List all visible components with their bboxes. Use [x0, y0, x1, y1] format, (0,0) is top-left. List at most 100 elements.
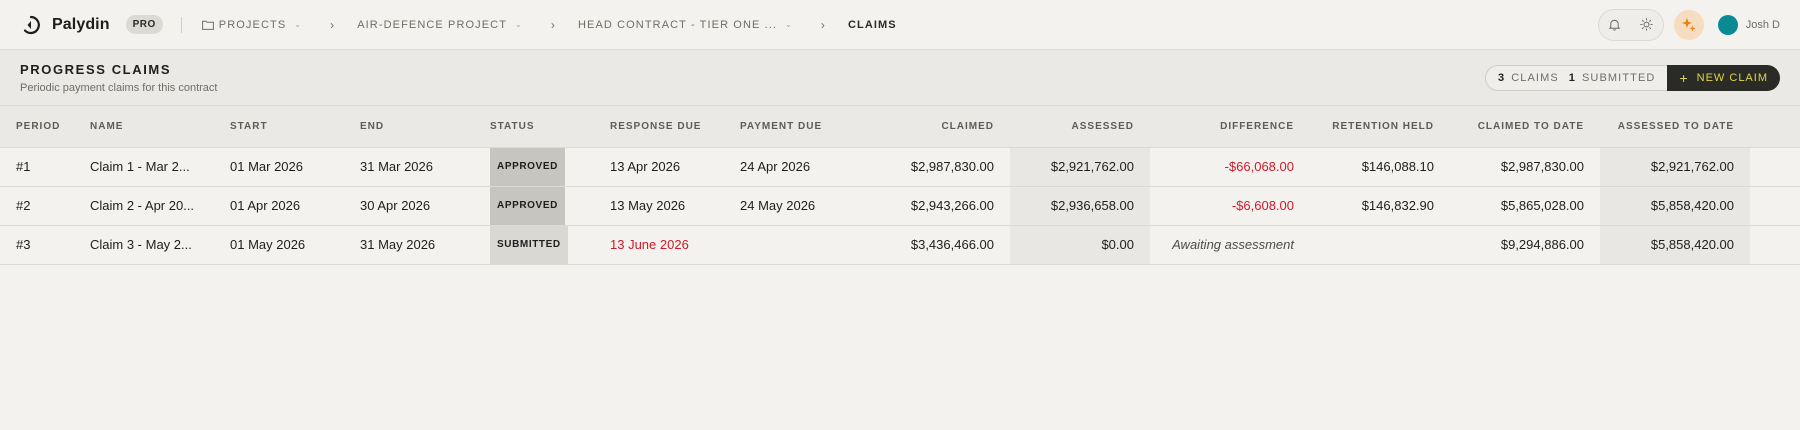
cell-response-due: 13 June 2026: [610, 225, 740, 265]
chevron-right-icon: ›: [820, 17, 826, 32]
notifications-button[interactable]: [1599, 10, 1631, 40]
table-row[interactable]: #2 Claim 2 - Apr 20... 01 Apr 2026 30 Ap…: [0, 186, 1800, 226]
page-header: PROGRESS CLAIMS Periodic payment claims …: [0, 50, 1800, 106]
title-block: PROGRESS CLAIMS Periodic payment claims …: [20, 62, 217, 94]
bell-icon: [1608, 19, 1621, 31]
cell-period: #1: [0, 147, 90, 187]
col-header-retention-held[interactable]: RETENTION HELD: [1310, 106, 1450, 148]
page-title: PROGRESS CLAIMS: [20, 61, 172, 77]
cell-claimed: $2,987,830.00: [870, 147, 1010, 187]
chevron-down-icon: ⌄: [785, 20, 793, 29]
chevron-right-icon: ›: [550, 17, 556, 32]
col-header-name[interactable]: NAME: [90, 106, 230, 148]
cell-start: 01 Apr 2026: [230, 186, 360, 226]
col-header-period[interactable]: PERIOD: [0, 106, 90, 148]
status-badge: APPROVED: [490, 147, 565, 186]
chevron-down-icon: ⌄: [294, 20, 303, 29]
col-header-payment-due[interactable]: PAYMENT DUE: [740, 106, 870, 148]
divider: [180, 16, 182, 33]
cell-response-due: 13 Apr 2026: [610, 147, 740, 187]
top-bar: Palydin PRO PROJECTS ⌄ › AIR-DEFENCE PRO…: [0, 0, 1800, 50]
theme-toggle-button[interactable]: [1631, 10, 1663, 40]
cell-status: APPROVED: [490, 186, 610, 226]
cell-name[interactable]: Claim 1 - Mar 2...: [90, 147, 230, 187]
breadcrumb-projects[interactable]: PROJECTS ⌄: [201, 18, 303, 31]
cell-claimed: $3,436,466.00: [870, 225, 1010, 265]
col-header-assessed[interactable]: ASSESSED: [1010, 106, 1150, 148]
cell-difference: Awaiting assessment: [1150, 225, 1310, 265]
logo[interactable]: Palydin PRO: [20, 14, 163, 36]
cell-assessed-to-date: $5,858,420.00: [1600, 225, 1750, 265]
new-claim-label: NEW CLAIM: [1696, 71, 1768, 84]
cell-period: #2: [0, 186, 90, 226]
chevron-right-icon: ›: [330, 17, 336, 32]
cell-status: SUBMITTED: [490, 225, 610, 265]
claims-stats: 3 CLAIMS 1 SUBMITTED: [1485, 64, 1668, 91]
cell-name[interactable]: Claim 3 - May 2...: [90, 225, 230, 265]
col-header-response-due[interactable]: RESPONSE DUE: [610, 106, 740, 148]
cell-retention: $146,832.90: [1310, 186, 1450, 226]
breadcrumb-project[interactable]: AIR-DEFENCE PROJECT ⌄: [357, 19, 523, 31]
breadcrumb-claims: CLAIMS: [848, 19, 897, 31]
table-row[interactable]: #3 Claim 3 - May 2... 01 May 2026 31 May…: [0, 225, 1800, 265]
cell-assessed-to-date: $2,921,762.00: [1600, 147, 1750, 187]
breadcrumb-label: HEAD CONTRACT - TIER ONE ...: [577, 18, 778, 31]
top-right-controls: Josh D: [1597, 8, 1780, 41]
chevron-down-icon: ⌄: [515, 20, 523, 29]
col-header-start[interactable]: START: [230, 106, 360, 148]
sparkle-icon: [1681, 17, 1696, 31]
cell-end: 31 Mar 2026: [360, 147, 490, 187]
cell-difference: -$6,608.00: [1150, 186, 1310, 226]
claims-count: 3: [1498, 71, 1506, 84]
breadcrumb-label: AIR-DEFENCE PROJECT: [357, 18, 508, 31]
palydin-logo-icon: [23, 15, 40, 34]
cell-start: 01 Mar 2026: [230, 147, 360, 187]
cell-assessed-to-date: $5,858,420.00: [1600, 186, 1750, 226]
cell-claimed-to-date: $5,865,028.00: [1450, 186, 1600, 226]
cell-claimed-to-date: $9,294,886.00: [1450, 225, 1600, 265]
cell-payment-due: 24 May 2026: [740, 186, 870, 226]
cell-spacer: [1750, 147, 1800, 187]
user-menu[interactable]: Josh D: [1717, 14, 1780, 35]
cell-difference: -$66,068.00: [1150, 147, 1310, 187]
col-header-status[interactable]: STATUS: [490, 106, 610, 148]
sun-icon: [1640, 18, 1654, 31]
cell-assessed: $2,921,762.00: [1010, 147, 1150, 187]
cell-retention: [1310, 225, 1450, 265]
claims-table: PERIOD NAME START END STATUS RESPONSE DU…: [0, 106, 1800, 265]
brand-name: Palydin: [52, 15, 110, 33]
submitted-count: 1: [1568, 71, 1576, 84]
icon-group: [1597, 8, 1664, 41]
cell-response-due: 13 May 2026: [610, 186, 740, 226]
cell-retention: $146,088.10: [1310, 147, 1450, 187]
breadcrumb: PROJECTS ⌄ › AIR-DEFENCE PROJECT ⌄ › HEA…: [201, 17, 897, 32]
table-header-row: PERIOD NAME START END STATUS RESPONSE DU…: [0, 106, 1800, 148]
col-header-end[interactable]: END: [360, 106, 490, 148]
cell-spacer: [1750, 225, 1800, 265]
folder-icon: [201, 20, 214, 30]
breadcrumb-contract[interactable]: HEAD CONTRACT - TIER ONE ... ⌄: [578, 19, 793, 31]
cell-status: APPROVED: [490, 147, 610, 187]
user-name: Josh D: [1745, 18, 1780, 31]
tier-badge: PRO: [125, 15, 163, 34]
cell-claimed: $2,943,266.00: [870, 186, 1010, 226]
col-header-claimed[interactable]: CLAIMED: [870, 106, 1010, 148]
page-subtitle: Periodic payment claims for this contrac…: [20, 81, 218, 94]
cell-end: 30 Apr 2026: [360, 186, 490, 226]
status-badge: SUBMITTED: [490, 225, 568, 264]
claims-label: CLAIMS: [1511, 71, 1559, 84]
col-header-assessed-to-date[interactable]: ASSESSED TO DATE: [1600, 106, 1750, 148]
cell-assessed: $2,936,658.00: [1010, 186, 1150, 226]
col-header-claimed-to-date[interactable]: CLAIMED TO DATE: [1450, 106, 1600, 148]
breadcrumb-label: PROJECTS: [218, 18, 287, 31]
cell-payment-due: [740, 225, 870, 265]
cell-name[interactable]: Claim 2 - Apr 20...: [90, 186, 230, 226]
new-claim-button[interactable]: + NEW CLAIM: [1667, 64, 1780, 91]
ai-assistant-button[interactable]: [1673, 9, 1704, 40]
col-header-difference[interactable]: DIFFERENCE: [1150, 106, 1310, 148]
cell-end: 31 May 2026: [360, 225, 490, 265]
cell-assessed: $0.00: [1010, 225, 1150, 265]
cell-payment-due: 24 Apr 2026: [740, 147, 870, 187]
avatar: [1717, 14, 1738, 35]
table-row[interactable]: #1 Claim 1 - Mar 2... 01 Mar 2026 31 Mar…: [0, 147, 1800, 187]
